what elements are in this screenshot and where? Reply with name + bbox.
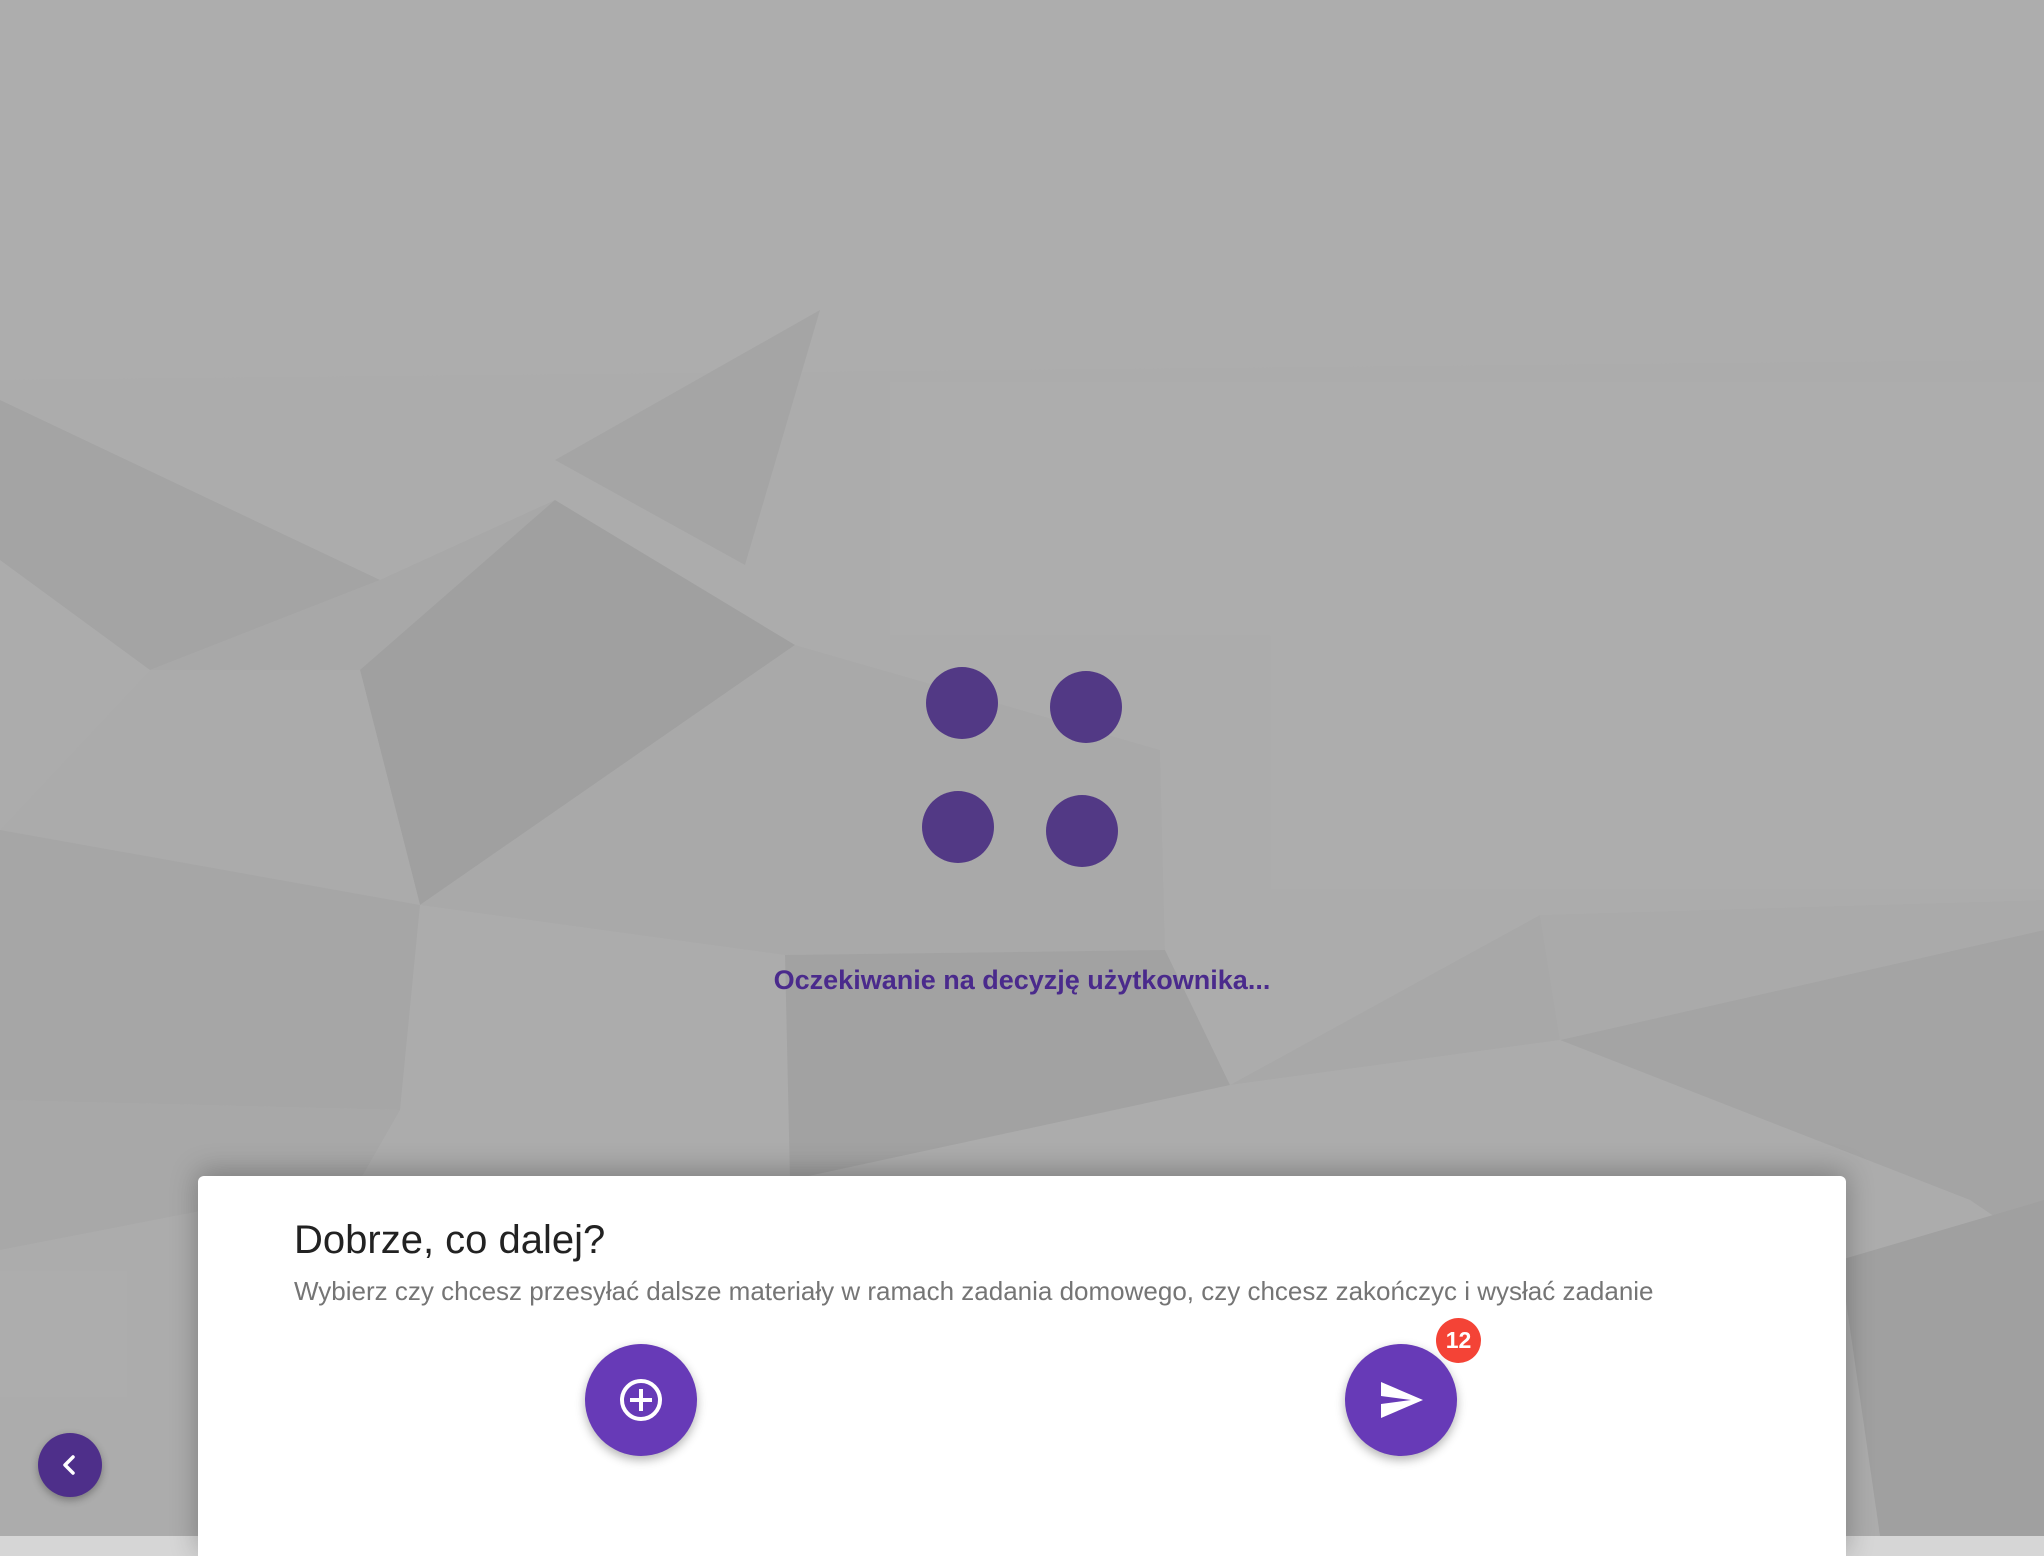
send-icon [1377, 1376, 1425, 1424]
back-button[interactable] [38, 1433, 102, 1497]
loader-dot [1050, 671, 1122, 743]
loading-status-text: Oczekiwanie na decyzję użytkownika... [773, 965, 1271, 995]
chevron-left-icon [57, 1452, 83, 1478]
decision-bottom-sheet: Dobrze, co dalej? Wybierz czy chcesz prz… [198, 1176, 1846, 1556]
loader-dot [1046, 795, 1118, 867]
add-material-button[interactable] [585, 1344, 697, 1456]
pending-count-badge: 12 [1436, 1318, 1481, 1363]
loader-dot [922, 791, 994, 863]
send-homework-button[interactable] [1345, 1344, 1457, 1456]
dialog-subtitle: Wybierz czy chcesz przesyłać dalsze mate… [294, 1276, 1654, 1306]
loader-dot [926, 667, 998, 739]
loading-spinner [918, 665, 1128, 875]
add-circle-icon [618, 1377, 664, 1423]
dialog-title: Dobrze, co dalej? [294, 1218, 606, 1262]
